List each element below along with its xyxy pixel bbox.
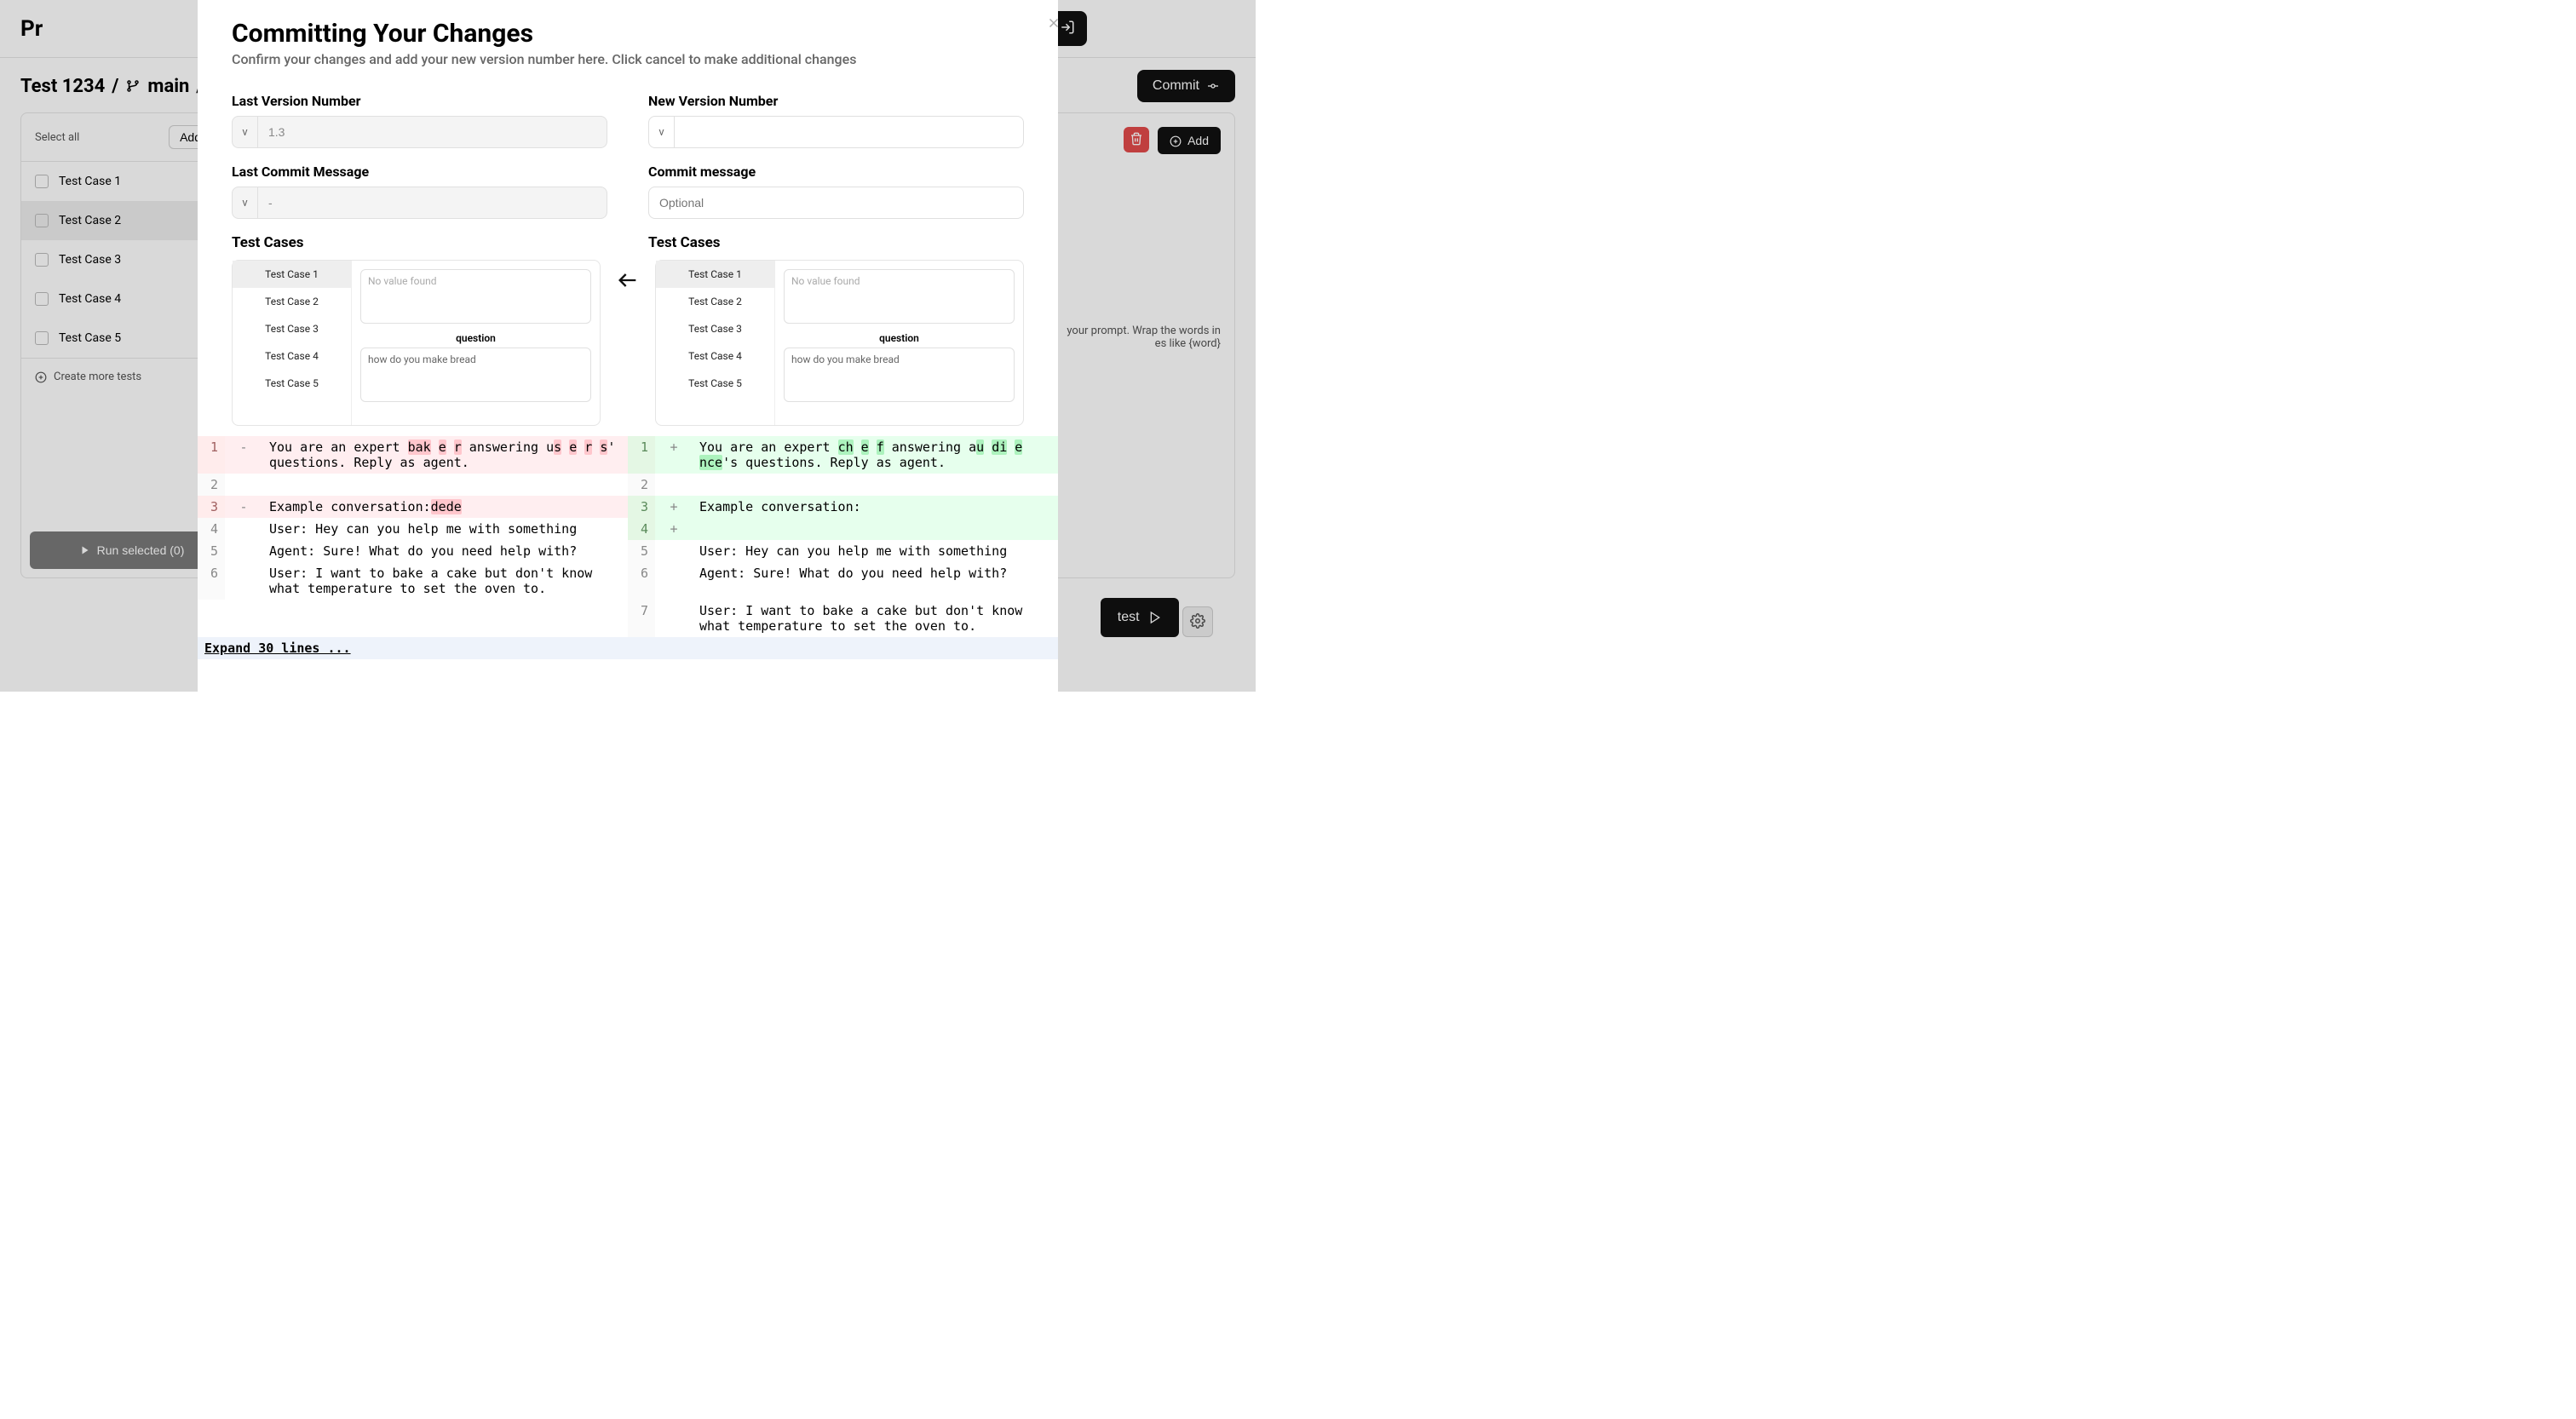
line-number: 4 [198,518,225,540]
diff-line-left: User: I want to bake a cake but don't kn… [262,562,628,600]
line-number: 3 [198,496,225,518]
question-box: how do you make bread [784,348,1015,402]
test-case-tab[interactable]: Test Case 4 [656,342,774,370]
test-case-tab[interactable]: Test Case 1 [233,261,351,288]
diff-line-right [693,474,1058,496]
diff-sign: + [655,496,693,518]
diff-line-right: User: Hey can you help me with something [693,540,1058,562]
diff-sign: + [655,518,693,540]
diff-sign [655,540,693,562]
line-number: 1 [198,436,225,474]
last-version-field: Last Version Number v [232,93,607,164]
diff-line-left: Agent: Sure! What do you need help with? [262,540,628,562]
input-prefix: v [233,187,258,218]
test-case-tab[interactable]: Test Case 4 [233,342,351,370]
diff-sign: - [225,436,262,474]
line-number: 4 [628,518,655,540]
line-number: 6 [198,562,225,600]
diff-sign [655,600,693,637]
modal-header: Committing Your Changes Confirm your cha… [198,19,1058,67]
commit-modal: Committing Your Changes Confirm your cha… [198,0,1058,692]
test-case-tabs-right: Test Case 1Test Case 2Test Case 3Test Ca… [656,261,775,425]
diff-line-left: User: Hey can you help me with something [262,518,628,540]
diff-sign [225,540,262,562]
line-number: 2 [628,474,655,496]
line-number: 1 [628,436,655,474]
no-value-box: No value found [360,269,591,324]
test-case-tab[interactable]: Test Case 2 [656,288,774,315]
field-label: New Version Number [648,93,1024,109]
field-label: Last Version Number [232,93,607,109]
test-case-panel-right: Test Case 1Test Case 2Test Case 3Test Ca… [655,260,1024,426]
input-prefix: v [649,117,675,147]
diff-line-right [693,518,1058,540]
field-label: Commit message [648,164,1024,180]
modal-title: Committing Your Changes [232,19,1024,49]
diff-sign: - [225,496,262,518]
question-label: question [784,332,1015,344]
line-number: 5 [628,540,655,562]
version-form: Last Version Number v New Version Number… [198,67,1058,260]
diff-sign [225,474,262,496]
last-commit-field: Last Commit Message v [232,164,607,234]
input-prefix: v [233,117,258,147]
test-cases-label-right: Test Cases [648,234,1024,251]
diff-line-left: You are an expert bak e r answering us e… [262,436,628,474]
test-case-tab[interactable]: Test Case 5 [233,370,351,397]
close-button[interactable] [1043,12,1058,34]
no-value-box: No value found [784,269,1015,324]
last-commit-input [258,187,607,218]
test-case-tab[interactable]: Test Case 2 [233,288,351,315]
question-label: question [360,332,591,344]
last-version-input [258,117,607,147]
test-case-panel-left: Test Case 1Test Case 2Test Case 3Test Ca… [232,260,601,426]
diff-line-right: You are an expert ch e f answering au di… [693,436,1058,474]
test-case-content-right: No value found question how do you make … [775,261,1023,425]
test-case-content-left: No value found question how do you make … [352,261,600,425]
line-number: 6 [628,562,655,600]
commit-message-input-group [648,187,1024,219]
new-version-input[interactable] [675,117,1023,147]
expand-diff-button[interactable]: Expand 30 lines ... [198,637,1058,659]
diff-sign [225,562,262,600]
diff-line-right: Example conversation: [693,496,1058,518]
commit-message-field: Commit message [648,164,1024,234]
test-case-tab[interactable]: Test Case 1 [656,261,774,288]
arrow-left-icon [616,268,640,292]
diff-line-left: Example conversation:dede [262,496,628,518]
field-label: Last Commit Message [232,164,607,180]
new-version-field: New Version Number v [648,93,1024,164]
diff-sign [655,474,693,496]
diff-sign [655,562,693,600]
test-case-tab[interactable]: Test Case 3 [656,315,774,342]
diff-viewer: 1-You are an expert bak e r answering us… [198,436,1058,659]
line-number: 2 [198,474,225,496]
diff-line-right: Agent: Sure! What do you need help with? [693,562,1058,600]
test-cases-label-left: Test Cases [232,234,607,251]
line-number: 5 [198,540,225,562]
new-version-input-group: v [648,116,1024,148]
last-commit-input-group: v [232,187,607,219]
compare-arrow [601,260,655,426]
diff-line-right: User: I want to bake a cake but don't kn… [693,600,1058,637]
test-case-tabs-left: Test Case 1Test Case 2Test Case 3Test Ca… [233,261,352,425]
last-version-input-group: v [232,116,607,148]
commit-message-input[interactable] [649,187,1023,218]
diff-sign [225,518,262,540]
line-number: 7 [628,600,655,637]
test-case-tab[interactable]: Test Case 5 [656,370,774,397]
close-icon [1046,15,1058,31]
question-box: how do you make bread [360,348,591,402]
test-case-tab[interactable]: Test Case 3 [233,315,351,342]
diff-sign: + [655,436,693,474]
line-number: 3 [628,496,655,518]
test-case-compare: Test Case 1Test Case 2Test Case 3Test Ca… [198,260,1058,426]
diff-line-left [262,474,628,496]
modal-subtitle: Confirm your changes and add your new ve… [232,51,1024,67]
diff-grid: 1-You are an expert bak e r answering us… [198,436,1058,659]
